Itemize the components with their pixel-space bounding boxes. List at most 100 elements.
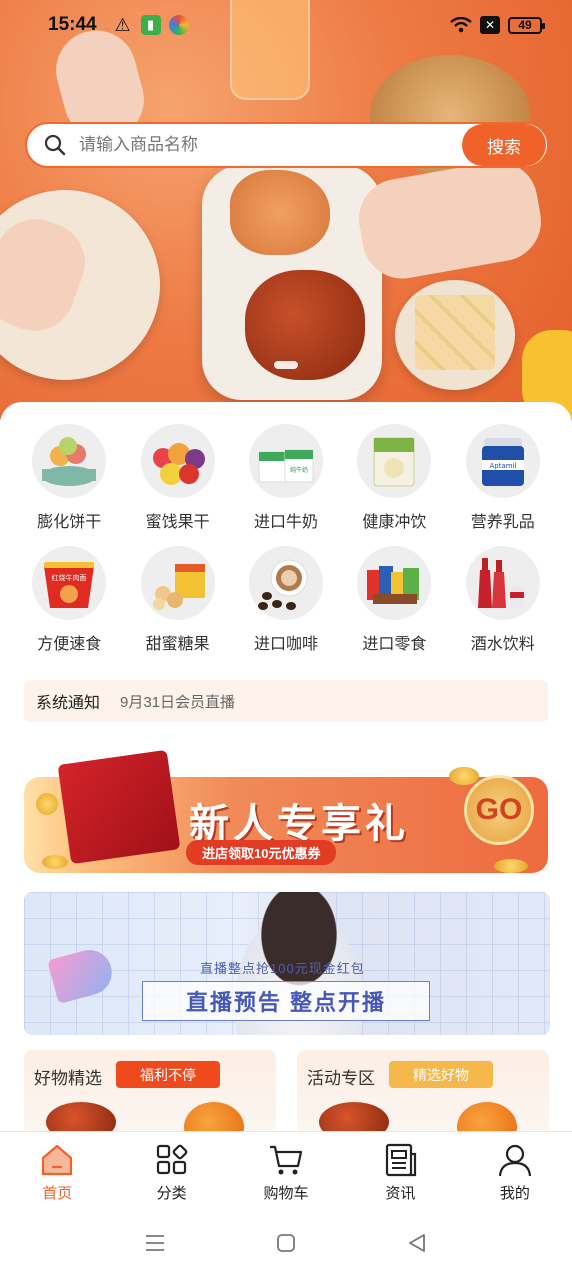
section-card-featured[interactable]: 好物精选 福利不停	[24, 1050, 276, 1132]
tab-label: 首页	[42, 1185, 73, 1202]
milk-icon: 纯牛奶	[248, 424, 323, 498]
hero-banner[interactable]	[0, 0, 572, 420]
news-icon	[386, 1143, 417, 1177]
category-icon	[156, 1144, 187, 1175]
notice-text[interactable]: 9月31日会员直播	[120, 691, 235, 712]
category-item-beverages[interactable]: 酒水饮料	[449, 546, 557, 654]
cereal-drink-icon	[357, 424, 432, 498]
notice-title: 系统通知	[36, 695, 101, 712]
colorful-app-icon	[168, 15, 189, 35]
food-image	[319, 1102, 389, 1132]
coin-image	[42, 855, 68, 869]
category-label: 酒水饮料	[470, 636, 535, 653]
tab-label: 购物车	[263, 1185, 309, 1202]
live-preview-banner[interactable]: 直播整点抢100元现金红包 直播预告 整点开播	[24, 892, 550, 1035]
category-item-imported-coffee[interactable]: 进口咖啡	[232, 546, 340, 654]
category-label: 进口咖啡	[253, 636, 318, 653]
search-button[interactable]: 搜索	[462, 124, 546, 166]
category-item-nutrition-dairy[interactable]: Aptamil 营养乳品	[449, 424, 557, 532]
new-user-promo-banner[interactable]: 新人专享礼 进店领取10元优惠券 GO	[24, 747, 548, 875]
battery-indicator: 49	[508, 16, 545, 34]
category-item-candy[interactable]: 甜蜜糖果	[123, 546, 231, 654]
sim-off-icon: ✕	[480, 16, 500, 34]
section-tag: 福利不停	[116, 1061, 220, 1088]
noodle-pack-text: 红烧牛肉面	[52, 573, 87, 582]
category-item-instant-food[interactable]: 红烧牛肉面 方便速食	[15, 546, 123, 654]
category-label: 甜蜜糖果	[145, 636, 210, 653]
live-title: 直播预告 整点开播	[142, 981, 430, 1021]
dried-fruit-icon	[140, 424, 215, 498]
wifi-icon	[450, 17, 472, 33]
app-notification-icon: ▮	[140, 15, 161, 35]
beverage-icon	[465, 546, 540, 620]
tab-label: 资讯	[385, 1185, 416, 1202]
coin-image	[36, 793, 58, 815]
category-label: 方便速食	[37, 636, 102, 653]
tab-home[interactable]: 首页	[0, 1132, 114, 1211]
hand-image	[352, 155, 548, 285]
tab-label: 分类	[156, 1185, 187, 1202]
tab-label: 我的	[499, 1185, 530, 1202]
status-time: 15:44	[48, 14, 97, 35]
user-icon	[498, 1144, 531, 1177]
category-item-imported-milk[interactable]: 纯牛奶 进口牛奶	[232, 424, 340, 532]
coin-image	[449, 767, 479, 785]
braised-pork-image	[245, 270, 365, 380]
formula-icon: Aptamil	[465, 424, 540, 498]
section-card-activities[interactable]: 活动专区 精选好物	[297, 1050, 549, 1132]
category-label: 蜜饯果干	[145, 514, 210, 531]
macaron-icon	[32, 424, 107, 498]
category-item-healthy-drinks[interactable]: 健康冲饮	[340, 424, 448, 532]
category-item-puffed-biscuits[interactable]: 膨化饼干	[15, 424, 123, 532]
candy-icon	[140, 546, 215, 620]
cake-image	[415, 295, 495, 370]
bottom-tab-bar: 首页 分类 购物车 资讯 我的	[0, 1131, 572, 1211]
main-content: 膨化饼干 蜜饯果干 纯牛奶 进口牛奶 健康冲饮 Aptamil 营养乳品 红烧牛…	[0, 402, 572, 1132]
menu-nav-button[interactable]	[143, 1231, 167, 1260]
category-item-dried-fruit[interactable]: 蜜饯果干	[123, 424, 231, 532]
orange-image	[457, 1102, 517, 1132]
category-label: 营养乳品	[470, 514, 535, 531]
search-bar[interactable]: 搜索	[25, 122, 549, 168]
cart-icon	[270, 1145, 303, 1175]
shredded-meat-image	[230, 170, 330, 255]
live-subtitle: 直播整点抢100元现金红包	[200, 961, 365, 976]
orange-image	[184, 1102, 244, 1132]
gift-box-image	[57, 749, 181, 865]
coin-image	[494, 859, 528, 873]
category-label: 进口零食	[362, 636, 427, 653]
section-title: 活动专区	[307, 1069, 375, 1088]
home-nav-button[interactable]	[274, 1231, 298, 1260]
category-grid: 膨化饼干 蜜饯果干 纯牛奶 进口牛奶 健康冲饮 Aptamil 营养乳品 红烧牛…	[0, 424, 572, 654]
banner-indicator[interactable]	[274, 361, 298, 369]
coffee-icon	[248, 546, 323, 620]
milk-pack-text: 纯牛奶	[290, 466, 308, 474]
menu-icon	[146, 1235, 165, 1251]
food-image	[46, 1102, 116, 1132]
square-icon	[277, 1234, 295, 1252]
promo-subtitle: 进店领取10元优惠券	[186, 840, 337, 865]
system-notice-bar[interactable]: 系统通知 9月31日会员直播	[24, 680, 548, 722]
back-triangle-icon	[408, 1234, 425, 1252]
snacks-icon	[357, 546, 432, 620]
search-input[interactable]	[79, 135, 462, 155]
category-label: 健康冲饮	[362, 514, 427, 531]
system-navigation-bar	[0, 1211, 572, 1280]
search-icon	[44, 134, 66, 156]
tab-mine[interactable]: 我的	[458, 1132, 572, 1211]
promo-go-button[interactable]: GO	[464, 775, 534, 845]
warning-icon: ⚠	[114, 14, 131, 35]
tab-cart[interactable]: 购物车	[229, 1132, 343, 1211]
formula-pack-text: Aptamil	[489, 462, 516, 470]
status-bar: 15:44 ⚠ ▮ ✕ 49	[0, 0, 572, 50]
tab-category[interactable]: 分类	[114, 1132, 228, 1211]
category-item-imported-snacks[interactable]: 进口零食	[340, 546, 448, 654]
section-title: 好物精选	[34, 1069, 102, 1088]
section-tag: 精选好物	[389, 1061, 493, 1088]
tab-news[interactable]: 资讯	[343, 1132, 457, 1211]
category-label: 膨化饼干	[37, 514, 102, 531]
instant-noodle-icon: 红烧牛肉面	[32, 546, 107, 620]
back-nav-button[interactable]	[405, 1231, 429, 1260]
home-icon	[42, 1144, 73, 1176]
category-label: 进口牛奶	[253, 514, 318, 531]
